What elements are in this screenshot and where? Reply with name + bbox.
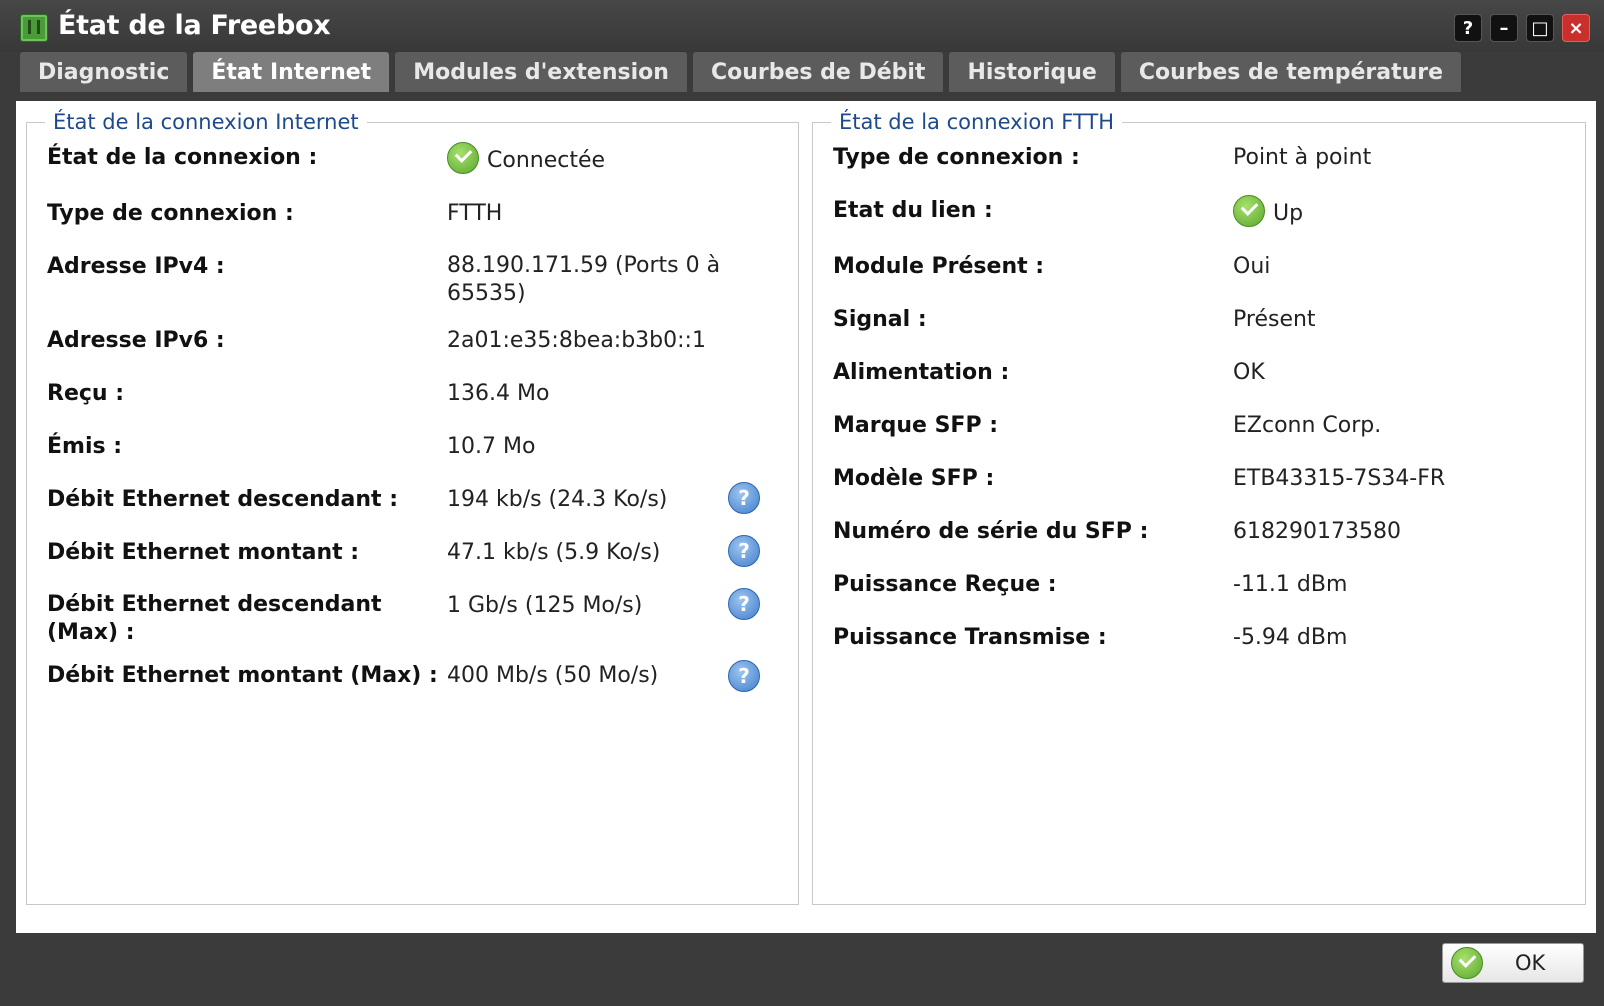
row-value: ETB43315-7S34-FR: [1233, 466, 1446, 491]
row-value: OK: [1233, 360, 1265, 385]
dialog-footer: OK: [16, 933, 1596, 1006]
tab-diagnostic[interactable]: Diagnostic: [20, 52, 188, 92]
row-value: 618290173580: [1233, 519, 1401, 544]
panel-legend: État de la connexion FTTH: [831, 110, 1123, 134]
row-value: 136.4 Mo: [447, 381, 550, 406]
row-label: Type de connexion :: [47, 201, 294, 226]
row-label: Débit Ethernet descendant (Max) :: [47, 592, 382, 645]
row-label: Débit Ethernet descendant :: [47, 487, 399, 512]
row-label: Signal :: [833, 307, 927, 332]
close-button[interactable]: ×: [1562, 14, 1590, 42]
tab-etat-internet[interactable]: État Internet: [193, 52, 390, 92]
row-value: -5.94 dBm: [1233, 625, 1348, 650]
row-label: Marque SFP :: [833, 413, 999, 438]
help-icon[interactable]: ?: [728, 535, 760, 567]
row-value: Présent: [1233, 307, 1316, 332]
row-label: Reçu :: [47, 381, 125, 406]
row-label: Débit Ethernet montant :: [47, 540, 360, 565]
title-bar[interactable]: État de la Freebox ? – □ ×: [0, 0, 1604, 52]
row-label: Numéro de série du SFP :: [833, 519, 1149, 544]
tab-historique[interactable]: Historique: [949, 52, 1115, 92]
freebox-status-icon: [20, 14, 48, 42]
panel-legend: État de la connexion Internet: [45, 110, 367, 134]
row-value: 88.190.171.59 (Ports 0 à 65535): [447, 253, 721, 306]
row-value-wrap: Up: [1233, 195, 1304, 230]
row-value: Point à point: [1233, 145, 1372, 170]
check-circle-icon: [1451, 947, 1483, 979]
check-circle-icon: [1233, 195, 1265, 227]
row-label: Adresse IPv6 :: [47, 328, 225, 353]
freebox-window: État de la Freebox ? – □ × Diagnostic Ét…: [0, 0, 1604, 1006]
row-label: Alimentation :: [833, 360, 1010, 385]
ftth-connection-panel: État de la connexion FTTH Type de connex…: [812, 110, 1586, 905]
help-icon[interactable]: ?: [728, 482, 760, 514]
ok-button[interactable]: OK: [1442, 943, 1584, 983]
row-value: 400 Mb/s (50 Mo/s): [447, 663, 659, 688]
row-value: 194 kb/s (24.3 Ko/s): [447, 487, 668, 512]
row-value: FTTH: [447, 201, 503, 226]
row-value: 10.7 Mo: [447, 434, 536, 459]
row-value: -11.1 dBm: [1233, 572, 1348, 597]
row-label: Puissance Reçue :: [833, 572, 1057, 597]
minimize-button[interactable]: –: [1490, 14, 1518, 42]
row-value: EZconn Corp.: [1233, 413, 1382, 438]
row-value-wrap: Connectée: [447, 142, 606, 177]
maximize-button[interactable]: □: [1526, 14, 1554, 42]
help-icon[interactable]: ?: [728, 660, 760, 692]
row-label: Adresse IPv4 :: [47, 254, 225, 279]
ok-button-label: OK: [1515, 951, 1546, 975]
row-value: Oui: [1233, 254, 1271, 279]
row-value: Up: [1273, 201, 1304, 226]
internet-connection-panel: État de la connexion Internet État de la…: [26, 110, 799, 905]
help-window-button[interactable]: ?: [1454, 14, 1482, 42]
tab-courbes-temperature[interactable]: Courbes de température: [1120, 52, 1462, 92]
row-label: État de la connexion :: [47, 145, 318, 170]
help-icon[interactable]: ?: [728, 588, 760, 620]
tab-modules-extension[interactable]: Modules d'extension: [395, 52, 687, 92]
row-label: Module Présent :: [833, 254, 1045, 279]
row-value: 1 Gb/s (125 Mo/s): [447, 593, 643, 618]
check-circle-icon: [447, 142, 479, 174]
row-label: Puissance Transmise :: [833, 625, 1107, 650]
tab-bar: Diagnostic État Internet Modules d'exten…: [20, 52, 1462, 92]
row-label: Etat du lien :: [833, 198, 993, 223]
row-value: Connectée: [487, 148, 606, 173]
tab-content: État de la connexion Internet État de la…: [16, 101, 1596, 933]
row-label: Modèle SFP :: [833, 466, 995, 491]
tab-courbes-debit[interactable]: Courbes de Débit: [692, 52, 944, 92]
row-label: Type de connexion :: [833, 145, 1080, 170]
row-value: 47.1 kb/s (5.9 Ko/s): [447, 540, 661, 565]
row-label: Émis :: [47, 434, 123, 459]
row-value: 2a01:e35:8bea:b3b0::1: [447, 328, 706, 353]
row-label: Débit Ethernet montant (Max) :: [47, 663, 438, 688]
window-title: État de la Freebox: [58, 10, 331, 41]
